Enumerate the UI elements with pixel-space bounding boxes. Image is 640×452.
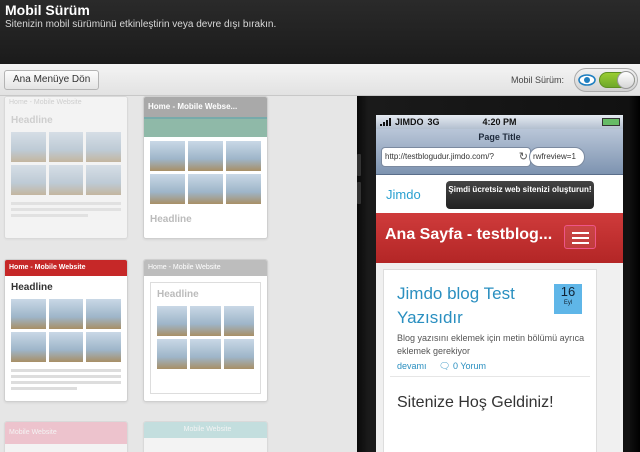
template-bar: Mobile Website xyxy=(144,422,267,438)
status-bar: JIMDO 3G 4:20 PM xyxy=(376,115,623,129)
toolbar: Ana Menüye Dön Mobil Sürüm: xyxy=(0,64,640,96)
toggle-track xyxy=(599,71,635,89)
template-card[interactable]: Home - Mobile Website Headline xyxy=(4,96,128,239)
template-headline: Headline xyxy=(11,282,53,293)
template-headline: Headline xyxy=(150,214,192,225)
date-badge: 16 Eyl xyxy=(554,284,582,314)
search-field[interactable]: rwfreview=1 xyxy=(529,147,585,167)
template-bar: Home - Mobile Website xyxy=(5,97,127,109)
jimdo-bar: Jimdo Şimdi ücretsiz web sitenizi oluştu… xyxy=(376,175,623,213)
menu-line xyxy=(572,232,589,234)
phone-screen: JIMDO 3G 4:20 PM Page Title http://testb… xyxy=(376,115,623,452)
mobile-version-toggle[interactable] xyxy=(574,68,638,92)
site-title[interactable]: Ana Sayfa - testblog... xyxy=(385,226,552,244)
reload-icon[interactable]: ↻ xyxy=(519,148,528,166)
template-card[interactable]: Mobile Website xyxy=(143,421,268,452)
browser-page-title: Page Title xyxy=(478,132,521,142)
template-headline: Headline xyxy=(157,289,199,300)
phone-side-button xyxy=(357,182,361,204)
welcome-heading: Sitenize Hoş Geldiniz! xyxy=(397,394,554,411)
clock: 4:20 PM xyxy=(482,117,517,127)
hamburger-menu-button[interactable] xyxy=(564,225,596,249)
post-title[interactable]: Jimdo blog Test Yazısıdır xyxy=(397,282,537,330)
template-bar: Mobile Website xyxy=(5,422,127,444)
template-inner-card: Headline xyxy=(150,282,261,394)
browser-navbar: Page Title http://testblogudur.jimdo.com… xyxy=(376,129,623,175)
template-bar: Home - Mobile Webse... xyxy=(144,97,267,117)
template-text-lines xyxy=(5,366,127,396)
menu-line xyxy=(572,242,589,244)
page-subtitle: Sitenizin mobil sürümünü etkinleştirin v… xyxy=(5,19,277,30)
template-gallery: Home - Mobile Website Headline Home - Mo… xyxy=(0,96,357,452)
blog-post-card: Jimdo blog Test Yazısıdır 16 Eyl Blog ya… xyxy=(383,269,597,452)
phone-preview: JIMDO 3G 4:20 PM Page Title http://testb… xyxy=(357,96,640,452)
template-image-grid xyxy=(5,295,127,366)
template-bar: Home - Mobile Website xyxy=(144,260,267,276)
battery-icon xyxy=(602,118,620,126)
template-text-lines xyxy=(5,199,127,223)
comments-link[interactable]: 0 Yorum xyxy=(453,361,486,371)
template-bar: Home - Mobile Website xyxy=(5,260,127,276)
post-excerpt: Blog yazısını eklemek için metin bölümü … xyxy=(397,333,585,356)
template-image-grid xyxy=(144,137,267,208)
mobile-version-label: Mobil Sürüm: xyxy=(511,75,565,85)
url-field[interactable]: http://testblogudur.jimdo.com/? ↻ xyxy=(381,147,531,167)
divider xyxy=(390,376,590,377)
date-day: 16 xyxy=(560,284,576,299)
template-card[interactable]: Home - Mobile Website Headline xyxy=(4,259,128,402)
post-meta: devamı 🗨 0 Yorum xyxy=(397,361,486,372)
read-more-link[interactable]: devamı xyxy=(397,361,427,371)
template-card[interactable]: Home - Mobile Website Headline xyxy=(143,259,268,402)
template-card[interactable]: Mobile Website xyxy=(4,421,128,452)
template-image-grid xyxy=(151,302,260,373)
template-subbar xyxy=(144,117,267,137)
phone-side-button xyxy=(357,154,361,176)
page-header: Mobil Sürüm Sitenizin mobil sürümünü etk… xyxy=(0,0,640,64)
eye-icon xyxy=(578,74,596,86)
jimdo-logo[interactable]: Jimdo xyxy=(386,187,421,202)
template-image-grid xyxy=(5,128,127,199)
page-title: Mobil Sürüm xyxy=(5,2,90,18)
url-text: http://testblogudur.jimdo.com/? xyxy=(385,152,494,161)
comment-icon: 🗨 xyxy=(439,361,451,371)
toggle-knob[interactable] xyxy=(617,71,635,89)
menu-line xyxy=(572,237,589,239)
template-card[interactable]: Home - Mobile Webse... Headline xyxy=(143,96,268,239)
back-to-menu-button[interactable]: Ana Menüye Dön xyxy=(4,70,100,90)
site-header: Ana Sayfa - testblog... xyxy=(376,213,623,263)
template-headline: Headline xyxy=(11,115,53,126)
site-content: Jimdo blog Test Yazısıdır 16 Eyl Blog ya… xyxy=(376,263,623,452)
create-site-button[interactable]: Şimdi ücretsiz web sitenizi oluşturun! xyxy=(446,181,594,209)
date-month: Eyl xyxy=(563,300,573,306)
